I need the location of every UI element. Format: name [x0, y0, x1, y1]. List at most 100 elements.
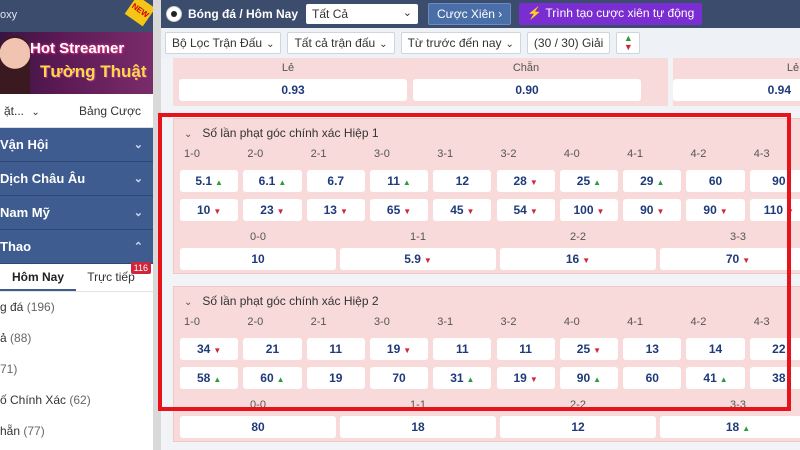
- market-title: Số lần phạt góc chính xác Hiệp 1: [202, 126, 379, 140]
- sidebar-scrollbar[interactable]: [153, 0, 161, 450]
- arrow-down-icon: ▼: [529, 207, 538, 216]
- odds-cell[interactable]: 11: [496, 338, 555, 360]
- odds-cell[interactable]: 31 ▲: [433, 367, 492, 389]
- market-header[interactable]: ⌄ Số lần phạt góc chính xác Hiệp 1: [174, 119, 800, 147]
- odds-value: 110: [763, 203, 784, 217]
- time-filter[interactable]: Từ trước đến nay ⌄: [400, 32, 521, 54]
- odds-cell[interactable]: 18 ▲: [660, 416, 800, 438]
- odds-cell[interactable]: 0.94: [673, 79, 800, 101]
- odds-cell[interactable]: 45 ▼: [433, 199, 492, 221]
- league-item[interactable]: 71): [0, 354, 153, 385]
- sidebar-group-sports[interactable]: Thao ⌃: [0, 230, 153, 264]
- odds-cell[interactable]: 54 ▼: [496, 199, 555, 221]
- odds-cell[interactable]: 12: [500, 416, 656, 438]
- odds-cell[interactable]: 0.93: [179, 79, 407, 101]
- score-label: 4-0: [563, 316, 580, 328]
- odds-cell[interactable]: 60 ▲: [243, 367, 302, 389]
- odds-cell[interactable]: 60: [623, 367, 682, 389]
- odds-cell[interactable]: 25 ▲: [559, 170, 619, 192]
- odds-cell[interactable]: 58 ▲: [180, 367, 239, 389]
- odds-cell[interactable]: 10: [180, 248, 336, 270]
- odds-value: 60: [260, 371, 274, 385]
- odds-cell[interactable]: 38: [749, 367, 800, 389]
- odds-value: 18: [411, 420, 425, 434]
- auto-parlay-button[interactable]: ⚡ Trình tạo cược xiên tự động: [519, 3, 703, 25]
- odds-value: 28: [513, 174, 527, 188]
- league-item[interactable]: hẵn (77): [0, 416, 153, 447]
- odds-cell[interactable]: 16 ▼: [500, 248, 656, 270]
- odds-cell[interactable]: 19 ▼: [369, 338, 429, 360]
- odd-label: Lẻ: [281, 62, 295, 74]
- odds-cell[interactable]: 5.1 ▲: [180, 170, 239, 192]
- parlay-button[interactable]: Cược Xiên ›: [428, 3, 512, 25]
- odds-cell[interactable]: 6.7: [306, 170, 365, 192]
- draw-score-label: 2-2: [570, 399, 586, 411]
- odds-cell[interactable]: 23 ▼: [243, 199, 302, 221]
- draw-score-label: 3-3: [730, 231, 746, 243]
- odds-cell[interactable]: 19: [306, 367, 365, 389]
- odds-cell[interactable]: 11: [306, 338, 365, 360]
- league-count: (62): [69, 393, 91, 407]
- sort-icon[interactable]: ▲ ▼: [616, 32, 641, 54]
- odds-cell[interactable]: 13: [623, 338, 682, 360]
- league-label: ả: [0, 331, 7, 345]
- odds-cell[interactable]: 5.9 ▼: [340, 248, 496, 270]
- tab-bet[interactable]: ặt... ⌄: [0, 104, 70, 118]
- match-filter[interactable]: Tất cả trận đấu ⌄: [287, 32, 395, 54]
- odds-cell[interactable]: 10 ▼: [180, 199, 239, 221]
- odds-cell[interactable]: 11: [433, 338, 492, 360]
- odds-value: 5.1: [195, 174, 213, 188]
- odds-value: 6.7: [327, 174, 345, 188]
- arrow-down-icon: ▼: [582, 256, 591, 265]
- draw-score-label: 0-0: [250, 399, 266, 411]
- odds-cell[interactable]: 110 ▼: [749, 199, 800, 221]
- odds-cell[interactable]: 22: [749, 338, 800, 360]
- odds-cell[interactable]: 21: [243, 338, 302, 360]
- sidebar-group-olympics[interactable]: Vận Hội ⌄: [0, 128, 153, 162]
- odds-cell[interactable]: 6.1 ▲: [243, 170, 302, 192]
- match-filter-label: Tất cả trận đấu: [294, 36, 376, 50]
- market-header[interactable]: ⌄ Số lần phạt góc chính xác Hiệp 2: [174, 287, 800, 315]
- odds-cell[interactable]: 14: [686, 338, 745, 360]
- arrow-up-icon: ▲: [593, 178, 602, 187]
- odds-cell[interactable]: 28 ▼: [496, 170, 555, 192]
- odds-cell[interactable]: 0.90: [413, 79, 641, 101]
- odds-cell[interactable]: 90 ▲: [559, 367, 619, 389]
- odds-cell[interactable]: 70: [369, 367, 429, 389]
- sidebar-group-south-america[interactable]: Nam Mỹ ⌄: [0, 196, 153, 230]
- league-item[interactable]: g đá (196): [0, 292, 153, 323]
- league-item[interactable]: ố Chính Xác (62): [0, 385, 153, 416]
- odds-value: 16: [565, 252, 580, 266]
- odds-cell[interactable]: 65 ▼: [369, 199, 429, 221]
- odds-cell[interactable]: 60: [686, 170, 745, 192]
- odds-cell[interactable]: 19 ▼: [496, 367, 555, 389]
- league-filter[interactable]: Bộ Lọc Trận Đấu ⌄: [165, 32, 282, 54]
- sidebar-group-euro[interactable]: Dịch Châu Âu ⌄: [0, 162, 153, 196]
- odds-value: 90: [703, 203, 717, 217]
- odds-cell[interactable]: 41 ▲: [686, 367, 745, 389]
- odds-cell[interactable]: 90 ▼: [623, 199, 682, 221]
- odds-cell[interactable]: 29 ▲: [623, 170, 682, 192]
- odds-cell[interactable]: 100 ▼: [559, 199, 619, 221]
- league-item[interactable]: ả (88): [0, 323, 153, 354]
- odds-cell[interactable]: 18: [340, 416, 496, 438]
- tab-today[interactable]: Hôm Nay: [0, 264, 76, 291]
- odds-value: 19: [329, 371, 343, 385]
- odds-cell[interactable]: 11 ▲: [369, 170, 429, 192]
- odds-cell[interactable]: 90 ▼: [686, 199, 745, 221]
- tab-bet-board[interactable]: Bảng Cược: [70, 104, 150, 118]
- league-label: hẵn: [0, 424, 21, 438]
- market-select[interactable]: Tất Cả ⌄: [306, 4, 419, 24]
- odds-cell[interactable]: 13 ▼: [306, 199, 365, 221]
- chevron-down-icon: ⌄: [31, 106, 40, 118]
- odds-cell[interactable]: 90: [749, 170, 800, 192]
- odds-cell[interactable]: 12: [433, 170, 492, 192]
- league-count-box[interactable]: (30 / 30) Giải: [526, 32, 611, 54]
- odds-cell[interactable]: 34 ▼: [180, 338, 239, 360]
- arrow-up-icon: ▲: [466, 375, 475, 384]
- hot-streamer-banner[interactable]: Hot Streamer Tường Thuật: [0, 32, 153, 94]
- odds-value: 14: [708, 342, 723, 356]
- odds-cell[interactable]: 70 ▼: [660, 248, 800, 270]
- odds-cell[interactable]: 80: [180, 416, 336, 438]
- odds-cell[interactable]: 25 ▼: [559, 338, 619, 360]
